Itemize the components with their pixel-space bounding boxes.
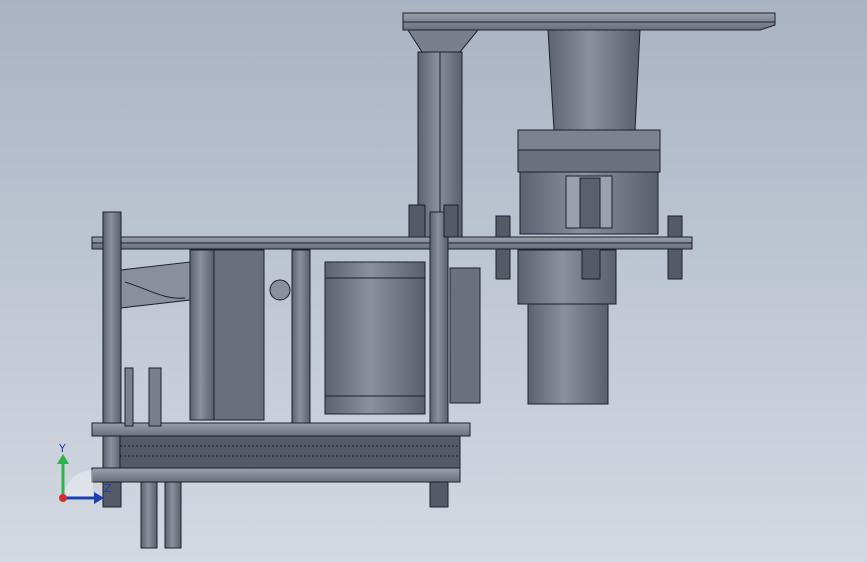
cad-assembly: [91, 12, 776, 549]
leg-rod-left: [140, 481, 158, 549]
inner-column: [189, 249, 215, 421]
z-axis-label: Z: [104, 482, 112, 495]
triad-background-icon: [63, 470, 93, 500]
lower-motor-body: [517, 249, 617, 305]
coordinate-triad: Y Z: [57, 442, 112, 504]
central-drum: [324, 261, 426, 415]
gear-train: [119, 435, 461, 469]
wing-nut: [269, 279, 291, 301]
gear-lower-plate: [91, 467, 461, 483]
leg-rod-right: [164, 481, 182, 549]
column-flange: [407, 29, 480, 53]
lower-cylinder: [527, 303, 609, 405]
motor-housing-tapered: [547, 29, 641, 131]
y-axis-label: Y: [58, 442, 66, 455]
x-axis-origin-icon: [59, 494, 67, 502]
cad-model-viewport[interactable]: [0, 0, 867, 562]
